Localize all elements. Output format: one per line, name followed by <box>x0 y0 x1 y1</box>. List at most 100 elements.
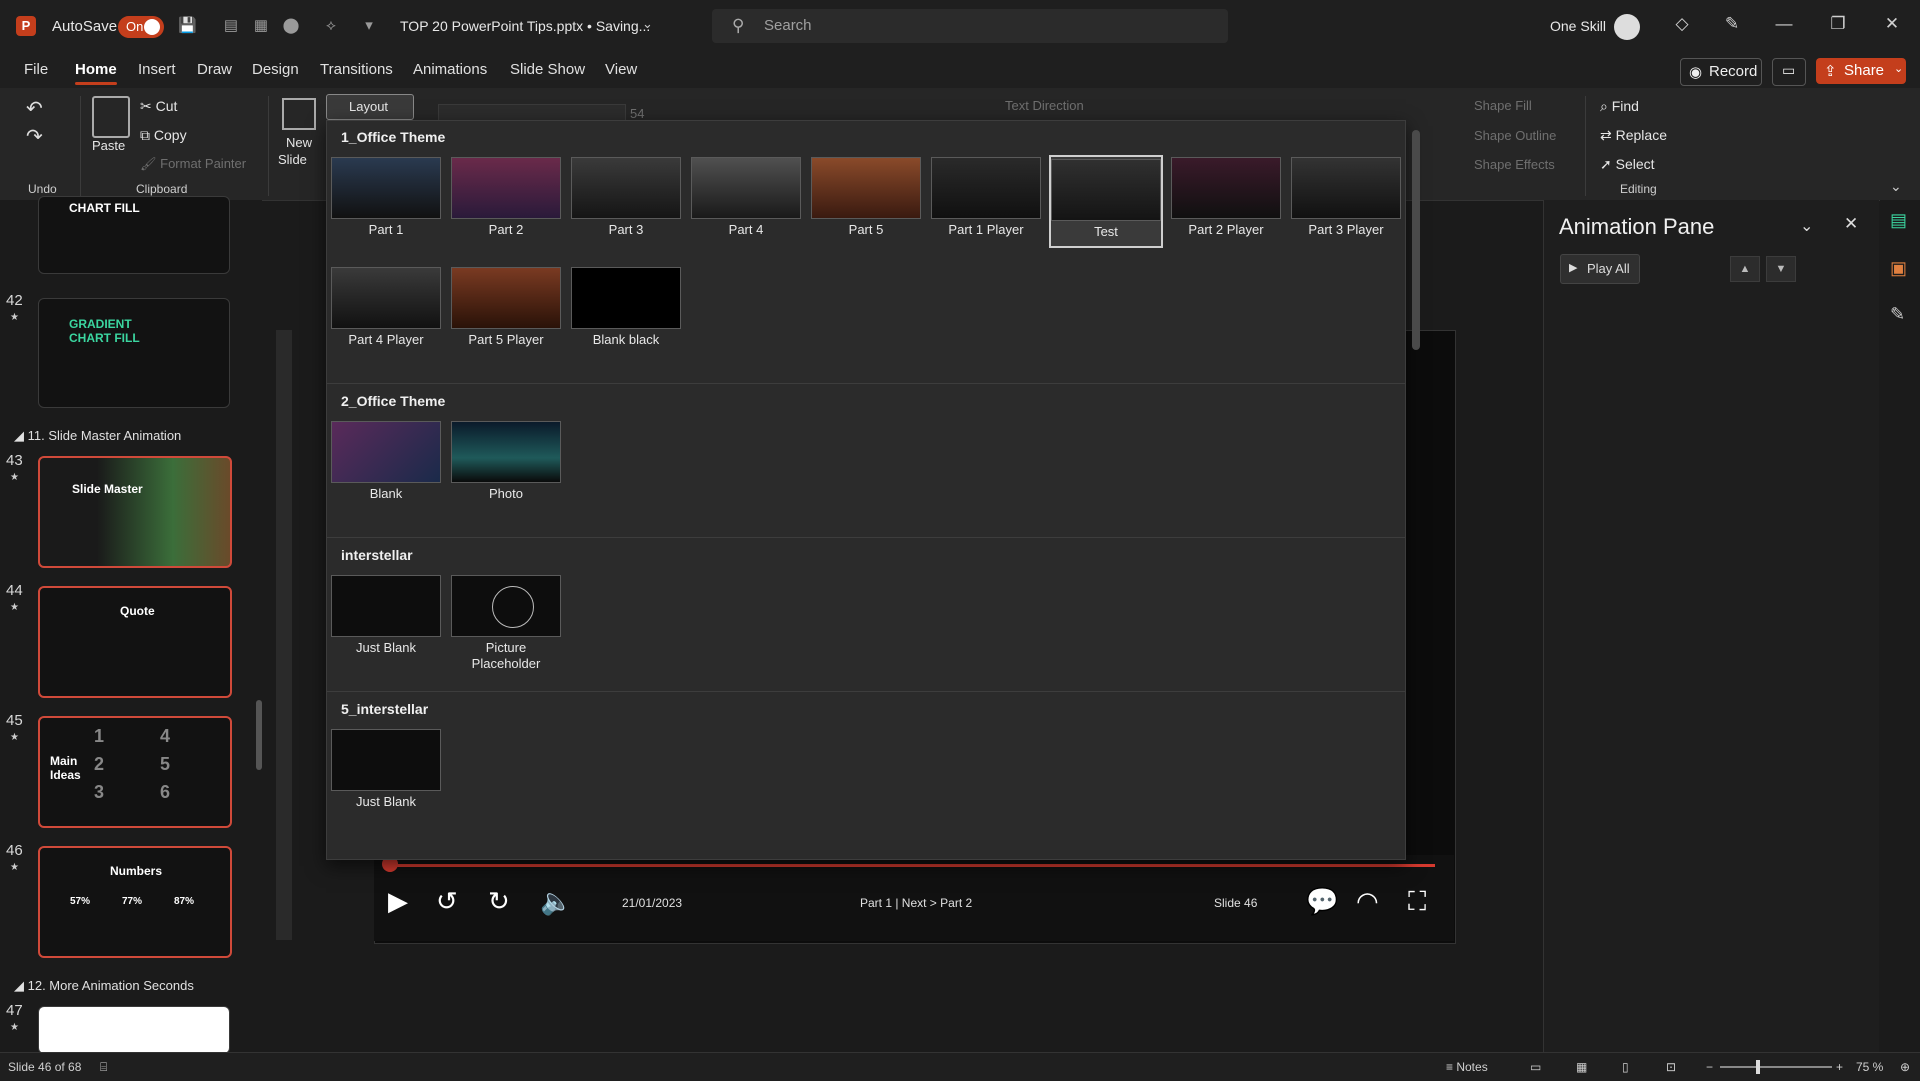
section-header[interactable]: ◢ 12. More Animation Seconds <box>14 978 194 994</box>
slide-thumbnail-45[interactable]: Main Ideas 1 2 3 4 5 6 <box>38 716 232 828</box>
shape-outline-button[interactable]: Shape Outline <box>1474 128 1556 143</box>
layout-part-2[interactable]: Part 2 <box>451 157 561 238</box>
tab-file[interactable]: File <box>24 61 48 78</box>
zoom-slider[interactable] <box>1720 1066 1832 1068</box>
layout-qat-icon[interactable]: ▦ <box>252 17 270 35</box>
format-pane-icon[interactable]: ✎ <box>1890 304 1905 325</box>
layout-part-3[interactable]: Part 3 <box>571 157 681 238</box>
tab-draw[interactable]: Draw <box>197 61 232 78</box>
layout-blank-black[interactable]: Blank black <box>571 267 681 348</box>
close-icon[interactable]: ✕ <box>1880 14 1904 34</box>
designer-icon[interactable]: ▣ <box>1890 258 1907 279</box>
shapes-icon[interactable]: ⬤ <box>282 17 300 35</box>
thumbnail-scrollbar[interactable] <box>256 700 262 770</box>
layout-test[interactable]: Test <box>1049 155 1163 248</box>
tab-design[interactable]: Design <box>252 61 299 78</box>
slide-thumbnail-41[interactable]: CHART FILL <box>38 196 230 274</box>
layout-picture-placeholder[interactable]: Picture Placeholder <box>451 575 561 672</box>
format-icon[interactable]: ⟡ <box>322 17 340 35</box>
tab-transitions[interactable]: Transitions <box>320 61 393 78</box>
layout-just-blank-2[interactable]: Just Blank <box>331 729 441 810</box>
fit-slide-icon[interactable]: ⊕ <box>1900 1060 1910 1074</box>
slide-thumbnail-42[interactable]: GRADIENT CHART FILL <box>38 298 230 408</box>
reading-view-icon[interactable]: ▯ <box>1622 1060 1629 1074</box>
layout-part-2-player[interactable]: Part 2 Player <box>1171 157 1281 238</box>
replace-button[interactable]: ⇄ Replace <box>1600 127 1667 144</box>
move-up-icon[interactable]: ▲ <box>1730 256 1760 282</box>
layout-part-3-player[interactable]: Part 3 Player <box>1291 157 1401 238</box>
slides-icon[interactable]: ▤ <box>222 17 240 35</box>
font-size-box[interactable]: 54 <box>630 106 644 121</box>
pen-icon[interactable]: ✎ <box>1720 14 1744 34</box>
slide-thumbnail-46[interactable]: Numbers 57% 77% 87% <box>38 846 232 958</box>
tab-insert[interactable]: Insert <box>138 61 176 78</box>
close-pane-icon[interactable]: ✕ <box>1844 214 1858 234</box>
text-direction-button[interactable]: Text Direction <box>1005 98 1084 113</box>
select-button[interactable]: ➚ Select <box>1600 156 1655 173</box>
layout-part-1[interactable]: Part 1 <box>331 157 441 238</box>
new-slide-label[interactable]: New <box>286 135 312 150</box>
rewind-icon[interactable]: ↺ <box>436 886 458 917</box>
autosave-toggle[interactable]: On <box>118 16 164 38</box>
customize-qat-icon[interactable]: ▾ <box>360 17 378 35</box>
play-icon[interactable]: ▶ <box>388 886 408 917</box>
layout-just-blank[interactable]: Just Blank <box>331 575 441 656</box>
gallery-scrollbar[interactable] <box>1412 130 1420 350</box>
cut-button[interactable]: ✂ Cut <box>140 98 177 115</box>
document-title[interactable]: TOP 20 PowerPoint Tips.pptx • Saving... <box>400 18 650 34</box>
comments-button[interactable]: ▭ <box>1772 58 1806 86</box>
zoom-out-icon[interactable]: − <box>1706 1060 1713 1074</box>
tab-view[interactable]: View <box>605 61 637 78</box>
save-icon[interactable]: 💾 <box>178 17 197 35</box>
minimize-icon[interactable]: — <box>1772 14 1796 34</box>
search-box[interactable]: ⚲ Search <box>712 9 1228 43</box>
slide-thumbnail-44[interactable]: Quote <box>38 586 232 698</box>
diamond-icon[interactable]: ◇ <box>1670 14 1694 34</box>
captions-icon[interactable]: 💬 <box>1306 886 1338 917</box>
tab-animations[interactable]: Animations <box>413 61 487 78</box>
animation-pane-icon[interactable]: ▤ <box>1890 210 1907 231</box>
normal-view-icon[interactable]: ▭ <box>1530 1060 1541 1074</box>
format-painter-button[interactable]: 🖌 Format Painter <box>140 156 246 172</box>
fullscreen-icon[interactable]: ⛶ <box>1408 886 1426 918</box>
find-button[interactable]: ⌕ Find <box>1600 98 1639 115</box>
forward-icon[interactable]: ↻ <box>488 886 510 917</box>
layout-button[interactable]: Layout <box>326 94 414 120</box>
layout-blank[interactable]: Blank <box>331 421 441 502</box>
tab-slide-show[interactable]: Slide Show <box>510 61 585 78</box>
chevron-down-icon[interactable]: ⌄ <box>642 16 653 32</box>
avatar[interactable] <box>1614 14 1640 40</box>
layout-part-4-player[interactable]: Part 4 Player <box>331 267 441 348</box>
speed-icon[interactable]: ◠ <box>1356 886 1379 917</box>
zoom-level[interactable]: 75 % <box>1856 1060 1883 1074</box>
pane-options-icon[interactable]: ⌄ <box>1800 216 1813 236</box>
layout-part-5-player[interactable]: Part 5 Player <box>451 267 561 348</box>
zoom-in-icon[interactable]: + <box>1836 1060 1843 1074</box>
shape-fill-button[interactable]: Shape Fill <box>1474 98 1532 113</box>
play-all-button[interactable]: ▶ Play All <box>1560 254 1640 284</box>
progress-bar[interactable] <box>389 864 1435 867</box>
share-button[interactable]: ⇪ Share ⌄ <box>1816 58 1906 84</box>
layout-part-5[interactable]: Part 5 <box>811 157 921 238</box>
paste-label[interactable]: Paste <box>92 138 125 153</box>
record-button[interactable]: ◉ Record <box>1680 58 1762 86</box>
notes-button[interactable]: ≡ Notes <box>1446 1060 1488 1074</box>
collapse-ribbon-icon[interactable]: ⌄ <box>1890 178 1902 195</box>
layout-part-4[interactable]: Part 4 <box>691 157 801 238</box>
slide-sorter-icon[interactable]: ▦ <box>1576 1060 1587 1074</box>
tab-home[interactable]: Home <box>75 61 117 85</box>
slide-thumbnail-47[interactable] <box>38 1006 230 1054</box>
new-slide-label-2[interactable]: Slide <box>278 152 307 167</box>
shape-effects-button[interactable]: Shape Effects <box>1474 157 1555 172</box>
layout-part-1-player[interactable]: Part 1 Player <box>931 157 1041 238</box>
restore-icon[interactable]: ❐ <box>1826 14 1850 34</box>
copy-button[interactable]: ⧉ Copy <box>140 127 187 144</box>
paste-icon[interactable] <box>92 96 130 138</box>
redo-icon[interactable]: ↷ <box>26 124 43 149</box>
slideshow-icon[interactable]: ⊡ <box>1666 1060 1676 1074</box>
move-down-icon[interactable]: ▼ <box>1766 256 1796 282</box>
section-header[interactable]: ◢ 11. Slide Master Animation <box>14 428 181 444</box>
zoom-slider-handle[interactable] <box>1756 1060 1760 1074</box>
slide-thumbnail-43[interactable]: Slide Master <box>38 456 232 568</box>
new-slide-icon[interactable] <box>282 98 316 130</box>
